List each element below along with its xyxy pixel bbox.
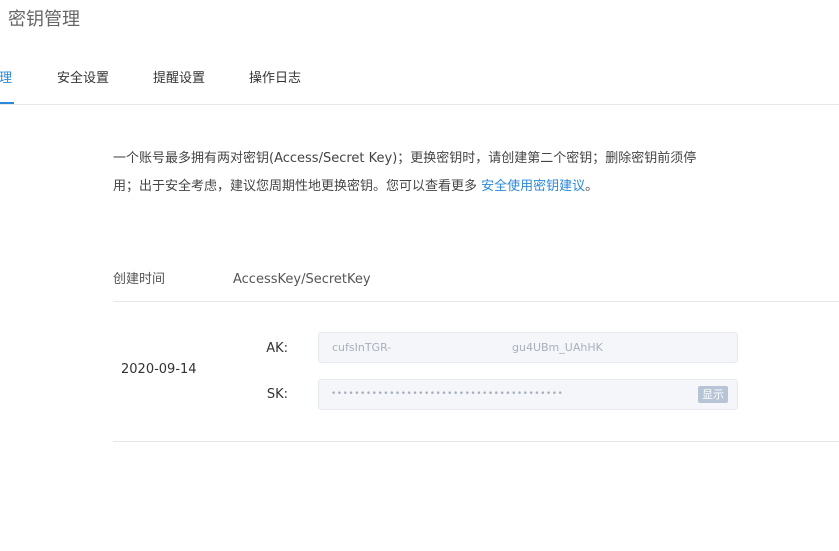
secret-key-mask: •••••••••••••••••••••••••••••••••••••••• <box>331 389 564 399</box>
column-header-keys: AccessKey/SecretKey <box>233 272 371 287</box>
ak-label: AK: <box>266 341 288 356</box>
notice-line-1: 一个账号最多拥有两对密钥(Access/Secret Key)；更换密钥时，请创… <box>113 151 697 166</box>
notice-line-2-end: 。 <box>585 179 599 194</box>
show-secret-key-button[interactable]: 显示 <box>698 386 728 403</box>
created-date: 2020-09-14 <box>121 362 197 377</box>
access-key-suffix: gu4UBm_UAhHK <box>512 341 603 354</box>
table-row: 2020-09-14 AK: cufsInTGR- gu4UBm_UAhHK S… <box>113 302 839 442</box>
access-key-prefix: cufsInTGR- <box>332 341 392 354</box>
access-key-field[interactable]: cufsInTGR- gu4UBm_UAhHK <box>318 332 738 363</box>
key-usage-notice: 一个账号最多拥有两对密钥(Access/Secret Key)；更换密钥时，请创… <box>113 145 753 201</box>
column-header-created: 创建时间 <box>113 272 166 287</box>
key-management-page: 密钥管理 管理 安全设置 提醒设置 操作日志 一个账号最多拥有两对密钥(Acce… <box>0 0 839 551</box>
tab-bar: 管理 安全设置 提醒设置 操作日志 <box>0 62 839 105</box>
page-title: 密钥管理 <box>8 9 80 30</box>
notice-line-2: 用；出于安全考虑，建议您周期性地更换密钥。您可以查看更多 安全使用密钥建议。 <box>113 173 753 201</box>
tab-key-management[interactable]: 管理 <box>0 62 15 104</box>
security-advice-link[interactable]: 安全使用密钥建议 <box>481 179 585 194</box>
notice-line-2-text: 用；出于安全考虑，建议您周期性地更换密钥。您可以查看更多 <box>113 179 482 194</box>
tab-operation-log[interactable]: 操作日志 <box>249 62 301 102</box>
sk-label: SK: <box>266 387 288 402</box>
key-table-header: 创建时间 AccessKey/SecretKey <box>113 266 839 302</box>
secret-key-field[interactable]: ••••••••••••••••••••••••••••••••••••••••… <box>318 379 738 410</box>
tab-reminder-settings[interactable]: 提醒设置 <box>153 62 205 102</box>
tab-security-settings[interactable]: 安全设置 <box>57 62 109 102</box>
